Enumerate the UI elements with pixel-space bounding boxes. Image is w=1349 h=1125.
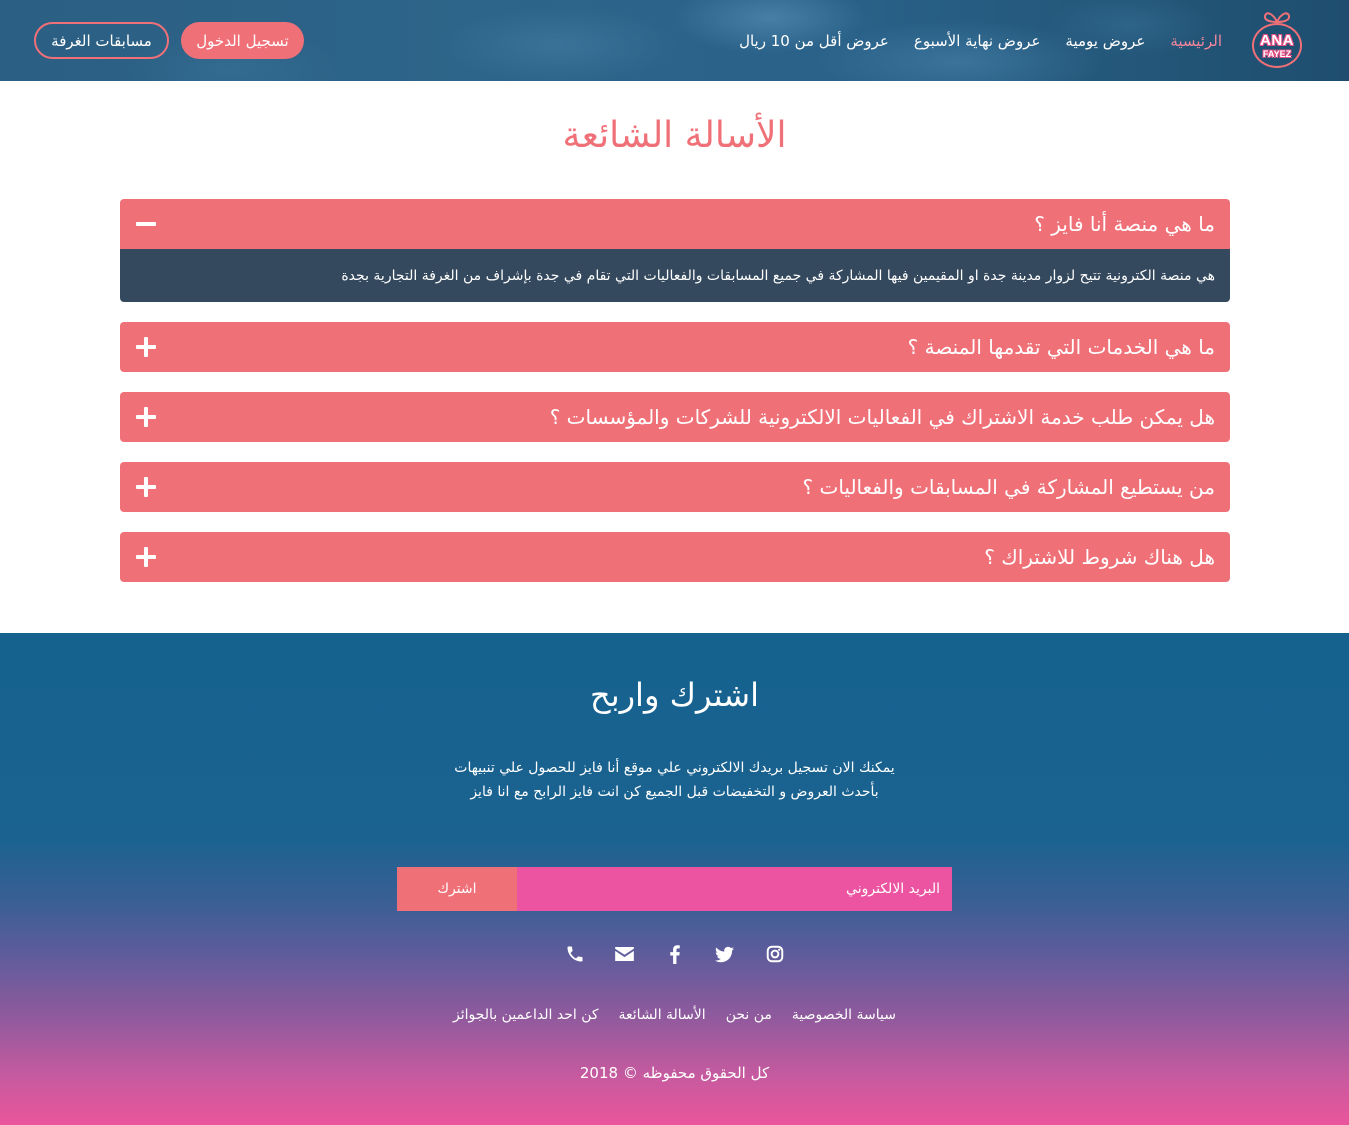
twitter-icon[interactable] xyxy=(715,945,734,964)
faq-question-header[interactable]: ما هي الخدمات التي تقدمها المنصة ؟ xyxy=(120,322,1230,372)
faq-answer-text: هي منصة الكترونية تتيح لزوار مدينة جدة ا… xyxy=(341,267,1215,284)
subscribe-description: يمكنك الان تسجيل بريدك الالكتروني علي مو… xyxy=(454,760,895,800)
page-title: الأسالة الشائعة xyxy=(562,115,787,156)
site-header: ANA FAYEZ الرئيسية عروض يومية عروض نهاية… xyxy=(0,0,1349,81)
faq-item: ما هي الخدمات التي تقدمها المنصة ؟ xyxy=(120,322,1230,372)
faq-question-header[interactable]: هل هناك شروط للاشتراك ؟ xyxy=(120,532,1230,582)
faq-question-header[interactable]: من يستطيع المشاركة في المسابقات والفعالي… xyxy=(120,462,1230,512)
faq-question: من يستطيع المشاركة في المسابقات والفعالي… xyxy=(802,475,1215,499)
nav-link-home[interactable]: الرئيسية xyxy=(1170,32,1222,50)
subscribe-button[interactable]: اشترك xyxy=(397,867,517,911)
faq-question-header[interactable]: ما هي منصة أنا فايز ؟ xyxy=(120,199,1230,249)
chamber-contests-button[interactable]: مسابقات الغرفة xyxy=(34,22,169,59)
facebook-icon[interactable] xyxy=(669,944,680,964)
plus-icon[interactable] xyxy=(136,337,156,357)
subscribe-form: اشترك xyxy=(397,867,952,911)
footer-links: سياسة الخصوصية من نحن الأسالة الشائعة كن… xyxy=(0,1004,1349,1026)
phone-icon[interactable] xyxy=(565,944,585,964)
footer-link-about[interactable]: من نحن xyxy=(726,1004,772,1026)
faq-question: ما هي منصة أنا فايز ؟ xyxy=(1034,212,1215,236)
footer-link-sponsors[interactable]: كن احد الداعمين بالجوائز xyxy=(453,1004,599,1026)
instagram-link[interactable] xyxy=(765,944,785,964)
faq-item: هل هناك شروط للاشتراك ؟ xyxy=(120,532,1230,582)
minus-icon[interactable] xyxy=(136,214,156,234)
social-links xyxy=(0,943,1349,965)
copyright: كل الحقوق محفوظه © 2018 xyxy=(579,1064,770,1082)
plus-icon[interactable] xyxy=(136,547,156,567)
email-link[interactable] xyxy=(615,944,635,964)
login-button[interactable]: تسجيل الدخول xyxy=(181,22,304,59)
plus-icon[interactable] xyxy=(136,477,156,497)
faq-item: ما هي منصة أنا فايز ؟ هي منصة الكترونية … xyxy=(120,199,1230,302)
faq-item: من يستطيع المشاركة في المسابقات والفعالي… xyxy=(120,462,1230,512)
faq-answer: هي منصة الكترونية تتيح لزوار مدينة جدة ا… xyxy=(120,249,1230,302)
facebook-link[interactable] xyxy=(665,944,685,964)
phone-link[interactable] xyxy=(565,944,585,964)
faq-question-header[interactable]: هل يمكن طلب خدمة الاشتراك في الفعاليات ا… xyxy=(120,392,1230,442)
faq-question: ما هي الخدمات التي تقدمها المنصة ؟ xyxy=(907,335,1215,359)
twitter-link[interactable] xyxy=(715,944,735,964)
instagram-icon[interactable] xyxy=(766,945,784,963)
faq-question: هل هناك شروط للاشتراك ؟ xyxy=(984,545,1215,569)
main-nav: الرئيسية عروض يومية عروض نهاية الأسبوع ع… xyxy=(739,0,1222,81)
logo-text-fayez: FAYEZ xyxy=(1262,48,1292,59)
envelope-icon[interactable] xyxy=(615,947,634,961)
logo-text-ana: ANA xyxy=(1260,31,1294,49)
nav-link-weekend-offers[interactable]: عروض نهاية الأسبوع xyxy=(914,32,1041,50)
nav-link-under-10-offers[interactable]: عروض أقل من 10 ريال xyxy=(739,32,889,50)
plus-icon[interactable] xyxy=(136,407,156,427)
email-input[interactable] xyxy=(517,867,952,911)
logo-badge: ANA FAYEZ xyxy=(1252,23,1302,68)
footer-link-privacy[interactable]: سياسة الخصوصية xyxy=(792,1004,896,1026)
faq-question: هل يمكن طلب خدمة الاشتراك في الفعاليات ا… xyxy=(549,405,1215,429)
site-footer: اشترك واربح يمكنك الان تسجيل بريدك الالك… xyxy=(0,633,1349,1125)
footer-link-faq[interactable]: الأسالة الشائعة xyxy=(619,1004,706,1026)
faq-item: هل يمكن طلب خدمة الاشتراك في الفعاليات ا… xyxy=(120,392,1230,442)
logo[interactable]: ANA FAYEZ xyxy=(1251,10,1303,70)
nav-link-daily-offers[interactable]: عروض يومية xyxy=(1065,32,1145,50)
faq-accordion: ما هي منصة أنا فايز ؟ هي منصة الكترونية … xyxy=(120,199,1230,602)
subscribe-title: اشترك واربح xyxy=(590,676,759,714)
